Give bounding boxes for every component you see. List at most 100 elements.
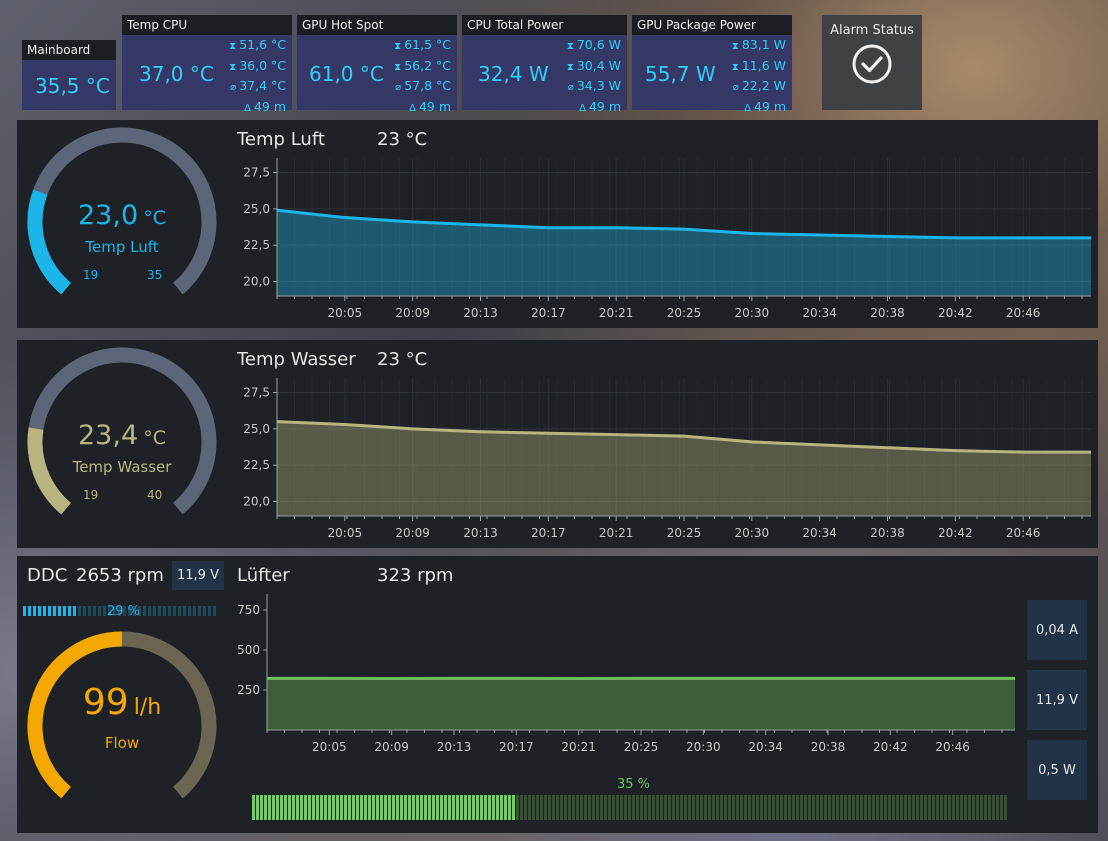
panel-temp-luft: 23,0 °C Temp Luft 19 35 Temp Luft 23 °C … [17,120,1098,328]
bar-segment [824,795,827,820]
tile-temp-cpu-label: Temp CPU [122,15,292,35]
fan-voltage-box: 11,9 V [1027,670,1087,730]
x-tick-label: 20:30 [735,306,770,320]
bar-segment [892,795,895,820]
bar-segment [83,606,86,616]
bar-segment [744,795,747,820]
bar-segment [88,606,91,616]
tile-mainboard-label: Mainboard [22,40,116,60]
x-tick-label: 20:38 [870,526,905,540]
stat-duration: 49 m [253,98,286,114]
bar-segment [400,795,403,820]
bar-segment [336,795,339,820]
tile-cpu-power-label: CPU Total Power [462,15,627,35]
tile-gpu-hotspot: GPU Hot Spot 61,0 °C ⧗ 61,5 °C ⧗ 56,2 °C ⌀… [297,15,457,114]
x-tick-label: 20:42 [873,740,908,754]
bar-segment [448,795,451,820]
bar-segment [268,795,271,820]
bar-segment [352,795,355,820]
x-tick-label: 20:17 [499,740,534,754]
bar-segment [544,795,547,820]
bar-segment [760,795,763,820]
y-tick-label: 20,0 [243,494,270,508]
bar-segment [188,606,191,616]
bar-segment [163,606,166,616]
chart-temp-wasser: 20,0 22,5 25,0 27,5 20:05 20:09 20:13 20:17 20:2… [243,378,1092,540]
bar-segment [772,795,775,820]
bar-segment [628,795,631,820]
tile-gpu-power-value: 55,7 W [645,62,716,86]
gauge-label: Temp Wasser [72,458,172,476]
bar-segment [708,795,711,820]
bar-segment [684,795,687,820]
hourglass-top-icon: ⧗ [229,41,237,52]
bar-segment [436,795,439,820]
bar-segment [840,795,843,820]
bar-segment [588,795,591,820]
x-tick-label: 20:21 [561,740,596,754]
average-icon: ⌀ [395,82,402,93]
stat-min: 30,4 W [576,57,621,73]
hourglass-bottom-icon: ⧗ [394,61,402,73]
tile-mainboard: Mainboard 35,5 °C [22,40,116,110]
stat-min: 56,2 °C [404,57,451,73]
delta-time-icon: Δ [744,102,751,114]
bar-segment [78,606,81,616]
bar-segment [424,795,427,820]
bar-segment [500,795,503,820]
bar-segment [624,795,627,820]
bar-segment [688,795,691,820]
bar-segment [884,795,887,820]
hourglass-top-icon: ⧗ [394,41,402,52]
bar-segment [504,795,507,820]
gauge-unit: °C [143,427,166,449]
bar-segment [980,795,983,820]
gauge-min: 19 [83,268,99,282]
bar-segment [808,795,811,820]
bar-segment [996,795,999,820]
bar-segment [560,795,563,820]
bar-segment [328,795,331,820]
bar-segment [652,795,655,820]
y-tick-label: 22,5 [243,458,270,472]
delta-time-icon: Δ [244,102,251,114]
bar-segment [203,606,206,616]
bar-segment [460,795,463,820]
bar-segment [324,795,327,820]
bar-segment [264,795,267,820]
gauge-label: Temp Luft [85,238,159,256]
bar-segment [876,795,879,820]
gauge-min: 19 [83,488,99,502]
bar-segment [904,795,907,820]
panel-temp-wasser: 23,4 °C Temp Wasser 19 40 Temp Wasser 23… [17,340,1098,548]
bar-segment [396,795,399,820]
bar-segment [284,795,287,820]
bar-segment [596,795,599,820]
tile-gpu-hotspot-label: GPU Hot Spot [297,15,457,35]
x-tick-label: 20:34 [802,306,837,320]
bar-segment [984,795,987,820]
bar-segment [53,606,56,616]
bar-segment [696,795,699,820]
alarm-status-tile[interactable]: Alarm Status [822,15,922,110]
bar-segment [704,795,707,820]
bar-segment [143,606,146,616]
x-tick-label: 20:05 [328,526,363,540]
bar-segment [816,795,819,820]
bar-segment [492,795,495,820]
bar-segment [952,795,955,820]
pump-name: DDC [27,565,68,586]
bar-segment [896,795,899,820]
y-tick-label: 500 [237,643,260,657]
bar-segment [488,795,491,820]
bar-segment [183,606,186,616]
bar-segment [948,795,951,820]
stat-max: 83,1 W [741,37,786,52]
bar-segment [198,606,201,616]
bar-segment [908,795,911,820]
bar-segment [828,795,831,820]
bar-segment [484,795,487,820]
bar-segment [848,795,851,820]
stat-max: 70,6 W [576,37,621,52]
bar-segment [564,795,567,820]
